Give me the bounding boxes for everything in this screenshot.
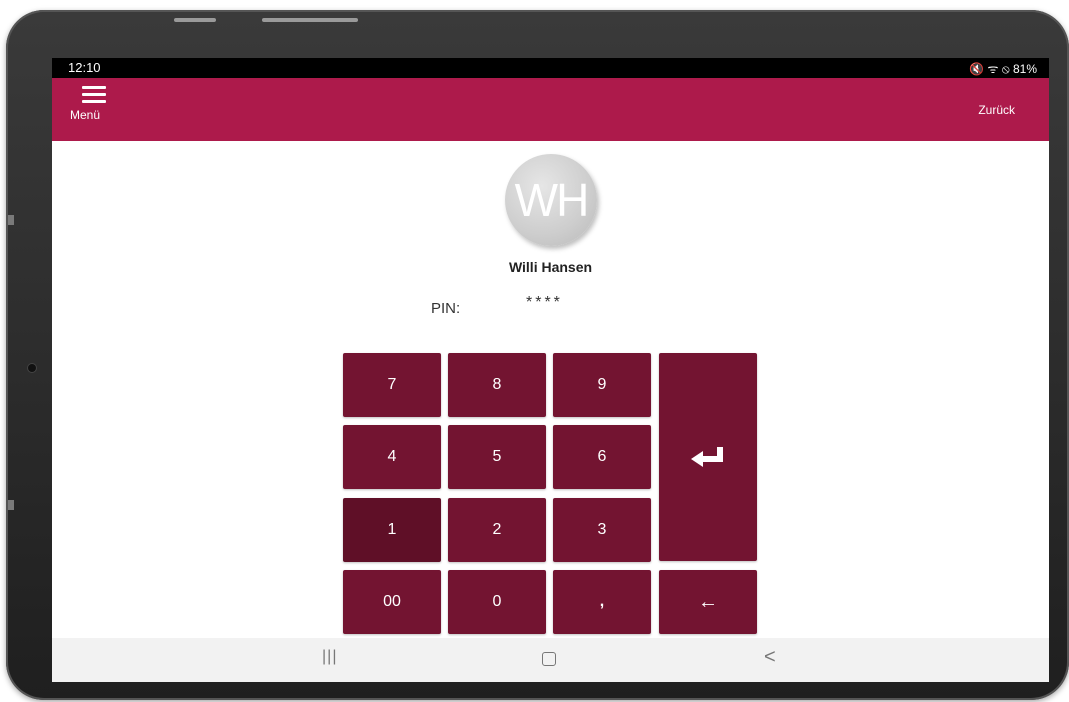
system-nav-bar: ||| < bbox=[52, 638, 1049, 682]
tablet-screen: 12:10 🔇 ᯤ ⦸ 81% Menü Zurück WH Willi Han… bbox=[52, 58, 1049, 682]
recents-icon[interactable]: ||| bbox=[322, 648, 337, 666]
back-button[interactable]: Zurück bbox=[978, 103, 1015, 117]
key-5[interactable]: 5 bbox=[448, 425, 546, 489]
key-4[interactable]: 4 bbox=[343, 425, 441, 489]
key-3[interactable]: 3 bbox=[553, 498, 651, 562]
avatar: WH bbox=[505, 154, 597, 246]
key-1[interactable]: 1 bbox=[343, 498, 441, 562]
power-button bbox=[262, 18, 358, 22]
key-7[interactable]: 7 bbox=[343, 353, 441, 417]
front-camera bbox=[28, 364, 36, 372]
pin-label: PIN: bbox=[431, 300, 461, 317]
app-header: Menü Zurück bbox=[52, 78, 1049, 141]
key-8[interactable]: 8 bbox=[448, 353, 546, 417]
side-notch bbox=[8, 500, 14, 510]
key-6[interactable]: 6 bbox=[553, 425, 651, 489]
key-9[interactable]: 9 bbox=[553, 353, 651, 417]
key-2[interactable]: 2 bbox=[448, 498, 546, 562]
user-name: Willi Hansen bbox=[508, 259, 593, 275]
key-0[interactable]: 0 bbox=[448, 570, 546, 634]
status-icons: 🔇 ᯤ ⦸ 81% bbox=[969, 62, 1037, 76]
status-bar: 12:10 🔇 ᯤ ⦸ 81% bbox=[52, 58, 1049, 78]
home-icon[interactable] bbox=[542, 652, 556, 666]
hamburger-icon bbox=[82, 84, 106, 104]
status-time: 12:10 bbox=[68, 60, 101, 75]
menu-label: Menü bbox=[70, 108, 101, 122]
key-comma[interactable]: , bbox=[553, 570, 651, 634]
menu-button[interactable]: Menü bbox=[70, 84, 118, 132]
volume-button bbox=[174, 18, 216, 22]
side-notch bbox=[8, 215, 14, 225]
key-00[interactable]: 00 bbox=[343, 570, 441, 634]
tablet-frame: 12:10 🔇 ᯤ ⦸ 81% Menü Zurück WH Willi Han… bbox=[6, 10, 1069, 700]
enter-icon bbox=[691, 446, 725, 467]
backspace-key[interactable]: ← bbox=[659, 570, 757, 634]
back-nav-icon[interactable]: < bbox=[764, 646, 776, 669]
enter-key[interactable] bbox=[659, 353, 757, 561]
pin-field[interactable]: **** bbox=[526, 294, 563, 312]
